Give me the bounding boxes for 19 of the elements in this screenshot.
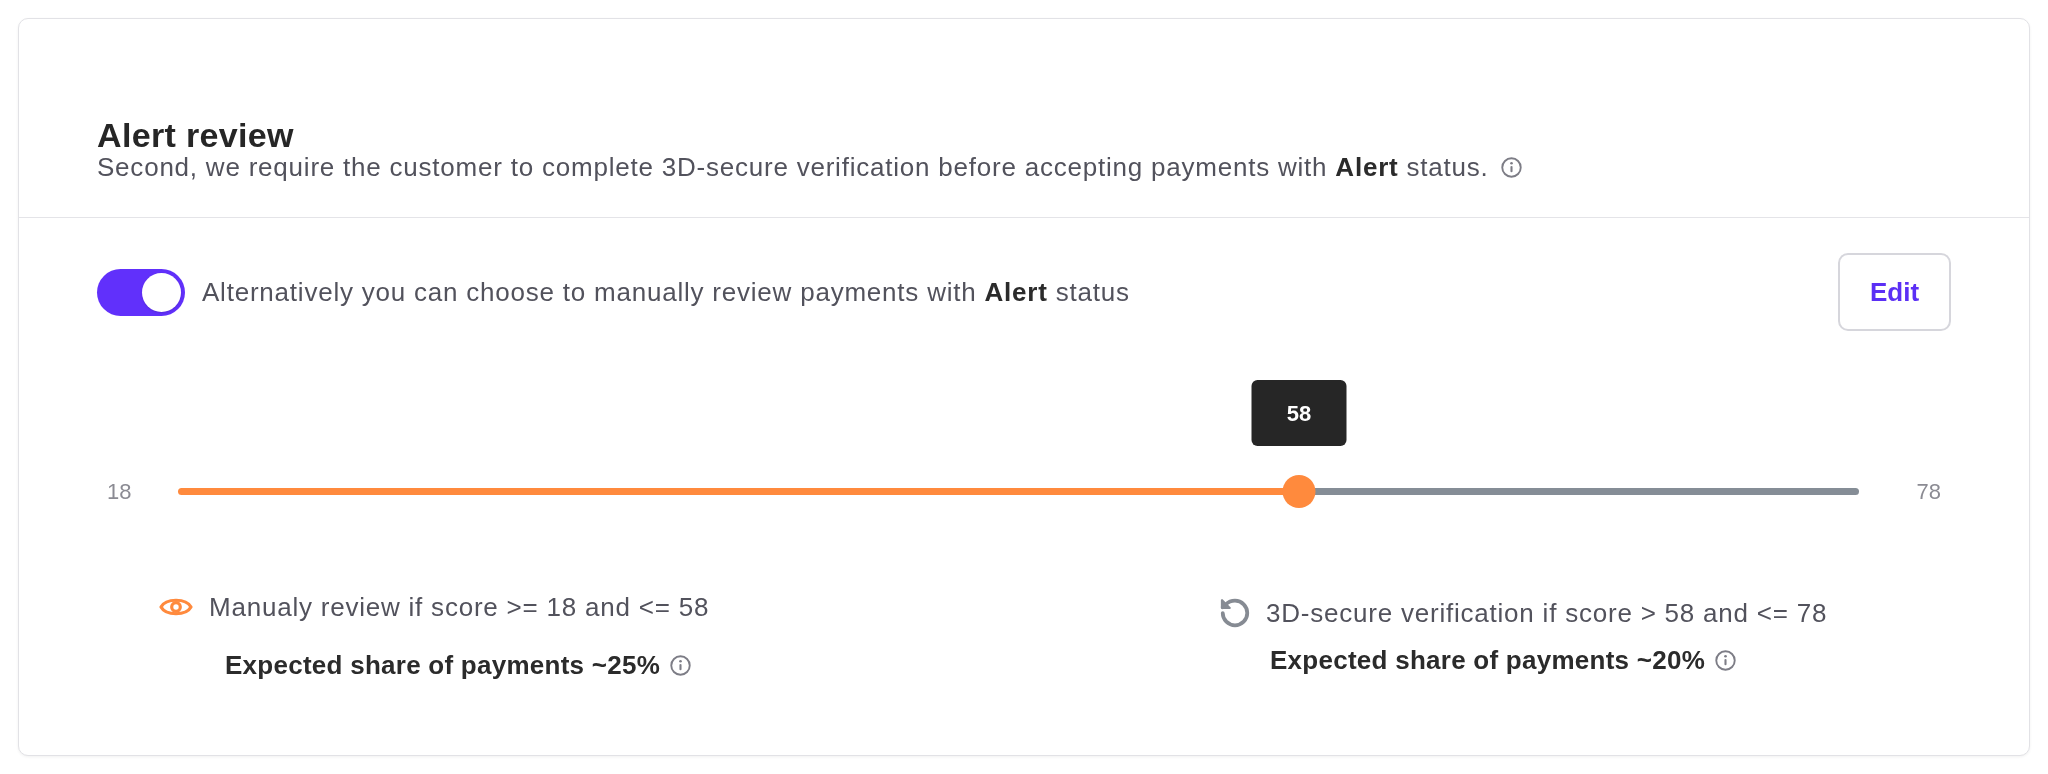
toggle-switch[interactable] [97,268,185,316]
slider-thumb[interactable] [1282,475,1316,508]
info-icon[interactable] [1500,156,1522,178]
min-value-label: 18 [107,477,132,506]
edit-button[interactable]: Edit [1838,253,1951,331]
slider-track[interactable] [178,475,1859,508]
card-title: Alert review [97,117,294,153]
rotate-arrow-icon [1220,598,1250,628]
toggle-label: Alternatively you can choose to manually review payments with Alert status [202,276,1130,308]
eye-icon [159,596,193,618]
info-icon[interactable] [1715,649,1737,671]
expected-share-text: Expected share of payments ~25% [225,649,661,681]
description-text: Second, we require the customer to complete 3D-secure verification before accepting payments with Alert status. [97,151,1489,183]
range-rule-text: 3D-secure verification if score > 58 and <= 78 [1266,597,1828,629]
expected-share-text: Expected share of payments ~20% [1270,644,1706,676]
max-value-label: 78 [1916,477,1941,506]
info-icon[interactable] [670,654,692,676]
value-tooltip: 58 [1251,380,1347,446]
range-rule-text: Manualy review if score >= 18 and <= 58 [209,591,710,623]
